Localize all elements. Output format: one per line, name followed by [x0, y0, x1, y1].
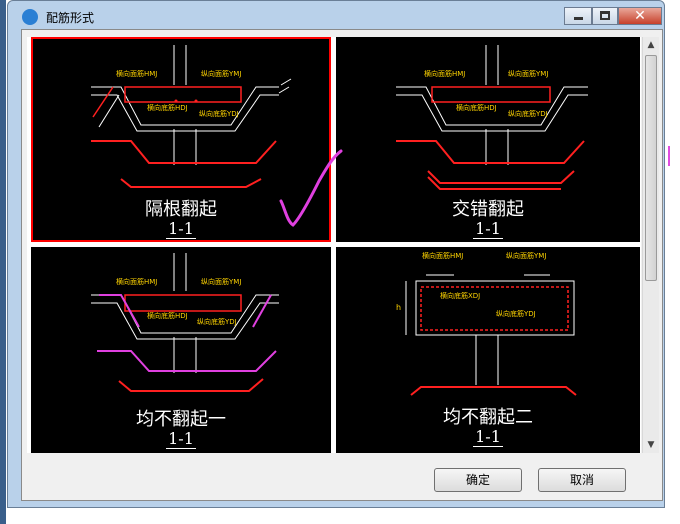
label-vertical-bottom-bar: 纵向底筋YDJ [197, 318, 237, 326]
label-horizontal-top-bar: 横向面筋HMJ [422, 252, 464, 260]
close-icon: ✕ [634, 8, 646, 24]
scroll-down-icon[interactable]: ▼ [643, 437, 659, 453]
minimize-button[interactable] [564, 7, 592, 25]
title-bar[interactable]: 配筋形式 ✕ [8, 1, 664, 31]
section-label: 1-1 [166, 429, 196, 449]
background-window-edge-right [666, 0, 680, 524]
label-vertical-top-bar: 纵向面筋YMJ [508, 70, 549, 78]
close-button[interactable]: ✕ [618, 7, 662, 25]
option-gallery: 横向面筋HMJ 纵向面筋YMJ 横向底筋HDJ 纵向底筋YDJ 隔根翻起 1-1… [27, 37, 641, 453]
label-horizontal-bottom-bar: 横向底筋HDJ [456, 104, 497, 112]
label-vertical-top-bar: 纵向面筋YMJ [506, 252, 547, 260]
option-tile-2[interactable]: 横向面筋HMJ 纵向面筋YMJ 横向底筋HDJ 纵向底筋YDJ 交错翻起 1-1 [336, 37, 640, 242]
maximize-button[interactable] [592, 7, 618, 25]
background-magenta-stroke [668, 146, 680, 166]
maximize-icon [600, 11, 610, 20]
height-label: h [396, 303, 402, 312]
label-vertical-bottom-bar: 纵向底筋YDJ [199, 110, 239, 118]
option-caption: 均不翻起一 [136, 409, 226, 430]
label-horizontal-bottom-bar: 横向底筋XDJ [440, 292, 481, 300]
section-label: 1-1 [473, 219, 503, 239]
background-window-edge-left [0, 0, 6, 524]
label-vertical-top-bar: 纵向面筋YMJ [201, 278, 242, 286]
label-horizontal-top-bar: 横向面筋HMJ [116, 70, 158, 78]
vertical-scrollbar[interactable]: ▲ ▼ [642, 37, 659, 453]
label-vertical-top-bar: 纵向面筋YMJ [201, 70, 242, 78]
label-horizontal-top-bar: 横向面筋HMJ [116, 278, 158, 286]
label-horizontal-bottom-bar: 横向底筋HDJ [147, 104, 188, 112]
section-label: 1-1 [473, 427, 503, 447]
checkmark-icon [279, 149, 343, 227]
label-vertical-bottom-bar: 纵向底筋YDJ [508, 110, 548, 118]
window-title: 配筋形式 [46, 11, 95, 25]
option-caption: 交错翻起 [452, 199, 524, 220]
option-caption: 均不翻起二 [443, 407, 533, 428]
app-icon [22, 9, 38, 25]
scroll-up-icon[interactable]: ▲ [643, 37, 659, 53]
label-horizontal-top-bar: 横向面筋HMJ [424, 70, 466, 78]
minimize-icon [574, 17, 583, 20]
cancel-button[interactable]: 取消 [538, 468, 626, 492]
option-tile-3[interactable]: 横向面筋HMJ 纵向面筋YMJ 横向底筋HDJ 纵向底筋YDJ 均不翻起一 1-… [31, 247, 331, 453]
scrollbar-thumb[interactable] [645, 55, 657, 281]
label-vertical-bottom-bar: 纵向底筋YDJ [496, 310, 536, 318]
option-tile-4[interactable]: 横向面筋HMJ 纵向面筋YMJ 横向底筋XDJ 纵向底筋YDJ h 均不翻起二 … [336, 247, 640, 453]
ok-button[interactable]: 确定 [434, 468, 522, 492]
label-horizontal-bottom-bar: 横向底筋HDJ [147, 312, 188, 320]
